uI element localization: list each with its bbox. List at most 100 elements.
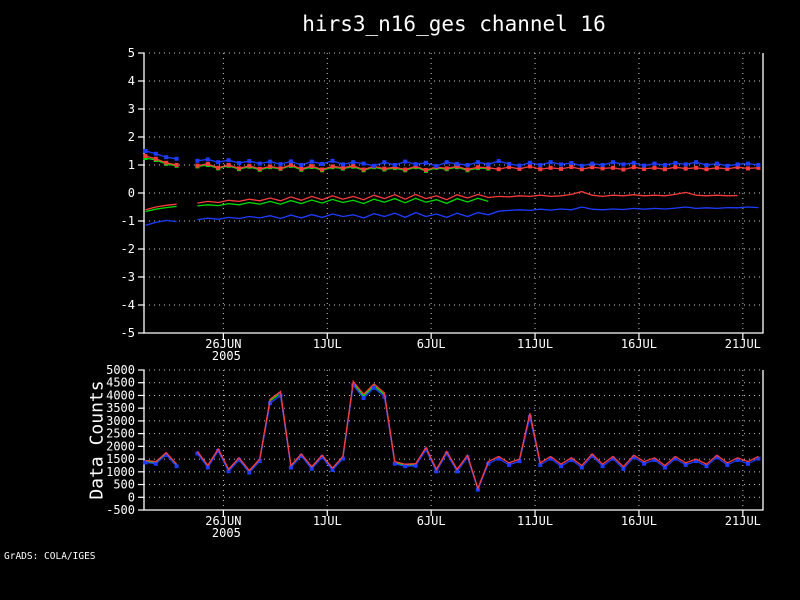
red-upper-line-marker — [527, 164, 532, 169]
blue-upper-line-marker — [735, 162, 740, 167]
red-upper-line-marker — [382, 166, 387, 171]
blue-upper-line-marker — [569, 161, 574, 165]
red-upper-line-marker — [424, 168, 428, 172]
green-lower-line — [145, 197, 489, 213]
blue-lower-line — [145, 206, 759, 226]
blue-upper-line-marker — [683, 162, 688, 167]
y-tick-label: -4 — [121, 298, 135, 312]
y-tick-label: 3 — [128, 102, 135, 116]
red-upper-line-marker — [475, 165, 480, 170]
red-upper-line-marker — [621, 167, 626, 172]
red-upper-line-marker — [309, 164, 314, 169]
x-tick-label: 6JUL — [417, 337, 446, 351]
x-tick-label: 1JUL — [313, 337, 342, 351]
blue-upper-line-marker — [403, 159, 408, 164]
blue-upper-line-marker — [320, 161, 325, 166]
y-tick-label: 4 — [128, 74, 135, 88]
blue-upper-line-marker — [340, 162, 345, 167]
blue-upper-line-marker — [278, 162, 283, 167]
blue-upper-line-marker — [247, 159, 252, 164]
blue-upper-line-marker — [205, 157, 210, 162]
y-tick-label: 2500 — [106, 427, 135, 441]
blue-upper-line-marker — [465, 163, 470, 167]
blue-upper-line-marker — [600, 163, 605, 167]
y-tick-label: -5 — [121, 326, 135, 340]
blue-upper-line-marker — [590, 161, 595, 166]
blue-upper-line-marker — [611, 160, 615, 165]
gridlines — [144, 52, 763, 333]
red-upper-line-marker — [538, 167, 543, 172]
green-lower-line-path — [145, 197, 489, 213]
x-tick-labels: 26JUN20051JUL 6JUL 11JUL 16JUL 21JUL — [205, 333, 761, 363]
y-tick-label: 4500 — [106, 376, 135, 390]
red-upper-line-marker — [237, 166, 241, 171]
blue-upper-line-marker — [288, 159, 293, 164]
red-counts-line-path — [145, 379, 759, 491]
y-tick-label: 1500 — [106, 452, 135, 466]
red-upper-line-marker — [465, 167, 470, 172]
blue-counts-line-marker — [153, 461, 158, 466]
y-tick-label: -500 — [106, 503, 135, 517]
red-upper-line-marker — [361, 167, 366, 172]
x-tick-label: 11JUL — [517, 337, 553, 351]
red-upper-line-marker — [174, 163, 179, 167]
blue-counts-line-marker — [642, 461, 647, 466]
blue-upper-line-marker — [372, 163, 376, 168]
red-upper-line-marker — [195, 163, 200, 168]
red-upper-line-marker — [496, 167, 501, 172]
blue-upper-line-marker — [195, 158, 200, 163]
red-upper-line-marker — [340, 165, 345, 170]
blue-upper-line-marker — [704, 163, 709, 167]
blue-upper-line-marker — [392, 163, 397, 167]
x-tick-label: 21JUL — [725, 337, 761, 351]
x-tick-label: 16JUL — [621, 337, 657, 351]
red-upper-line-marker — [268, 164, 273, 169]
red-upper-line-marker — [673, 165, 678, 170]
red-upper-line-marker — [559, 166, 563, 171]
gridlines — [144, 369, 763, 510]
y-tick-labels: -5 -4 -3 -2 -1 0 1 2 3 4 5 — [121, 46, 144, 340]
top-panel: -5-4-3-2-101234526JUN20051JUL 6JUL 11JUL 16… — [121, 46, 764, 363]
y-tick-label: 5000 — [106, 363, 135, 377]
blue-counts-line-marker — [372, 385, 376, 390]
blue-upper-line-marker — [559, 162, 563, 167]
red-upper-line-marker — [351, 163, 356, 168]
red-upper-line-marker — [403, 167, 408, 172]
red-lower-line-path — [145, 190, 738, 211]
red-upper-line-marker — [444, 166, 449, 171]
blue-lower-line-path — [145, 206, 759, 226]
blue-upper-line-marker — [299, 163, 304, 167]
blue-upper-line-marker — [434, 164, 439, 169]
red-upper-line-marker — [288, 163, 293, 167]
red-upper-line-marker — [164, 160, 169, 165]
red-upper-line-marker — [714, 165, 719, 170]
blue-upper-line-marker — [631, 160, 636, 165]
blue-upper-line-marker — [642, 163, 647, 168]
axis-frame — [143, 370, 764, 511]
y-tick-label: -2 — [121, 242, 135, 256]
grads-plot-page: hirs3_n16_ges channel 16 Data Counts -5-… — [0, 0, 800, 600]
red-upper-line-marker — [704, 167, 709, 172]
blue-upper-line-marker — [444, 160, 449, 165]
bottom-panel: -500050010001500200025003000350040004500… — [106, 363, 764, 540]
red-counts-line — [145, 379, 759, 491]
red-upper-line-marker — [143, 154, 148, 158]
blue-upper-line-marker — [694, 160, 699, 165]
blue-counts-line-marker — [746, 461, 750, 466]
blue-upper-line-marker — [652, 161, 657, 166]
red-upper-line-marker — [611, 165, 615, 170]
blue-counts-line-path — [145, 383, 759, 492]
red-upper-line-marker — [662, 167, 667, 172]
red-upper-line-marker — [216, 165, 221, 170]
blue-upper-line — [143, 149, 761, 169]
blue-upper-line-marker — [424, 160, 428, 165]
red-upper-line-marker — [486, 165, 491, 170]
y-tick-label: 3500 — [106, 401, 135, 415]
y-tick-label: 1000 — [106, 465, 135, 479]
blue-counts-line-marker — [174, 464, 179, 469]
x-tick-year-label: 2005 — [212, 526, 241, 540]
blue-upper-line-marker — [330, 158, 335, 163]
x-tick-label: 11JUL — [517, 514, 553, 528]
red-upper-line-marker — [226, 163, 231, 167]
red-upper-line-marker — [320, 167, 325, 172]
